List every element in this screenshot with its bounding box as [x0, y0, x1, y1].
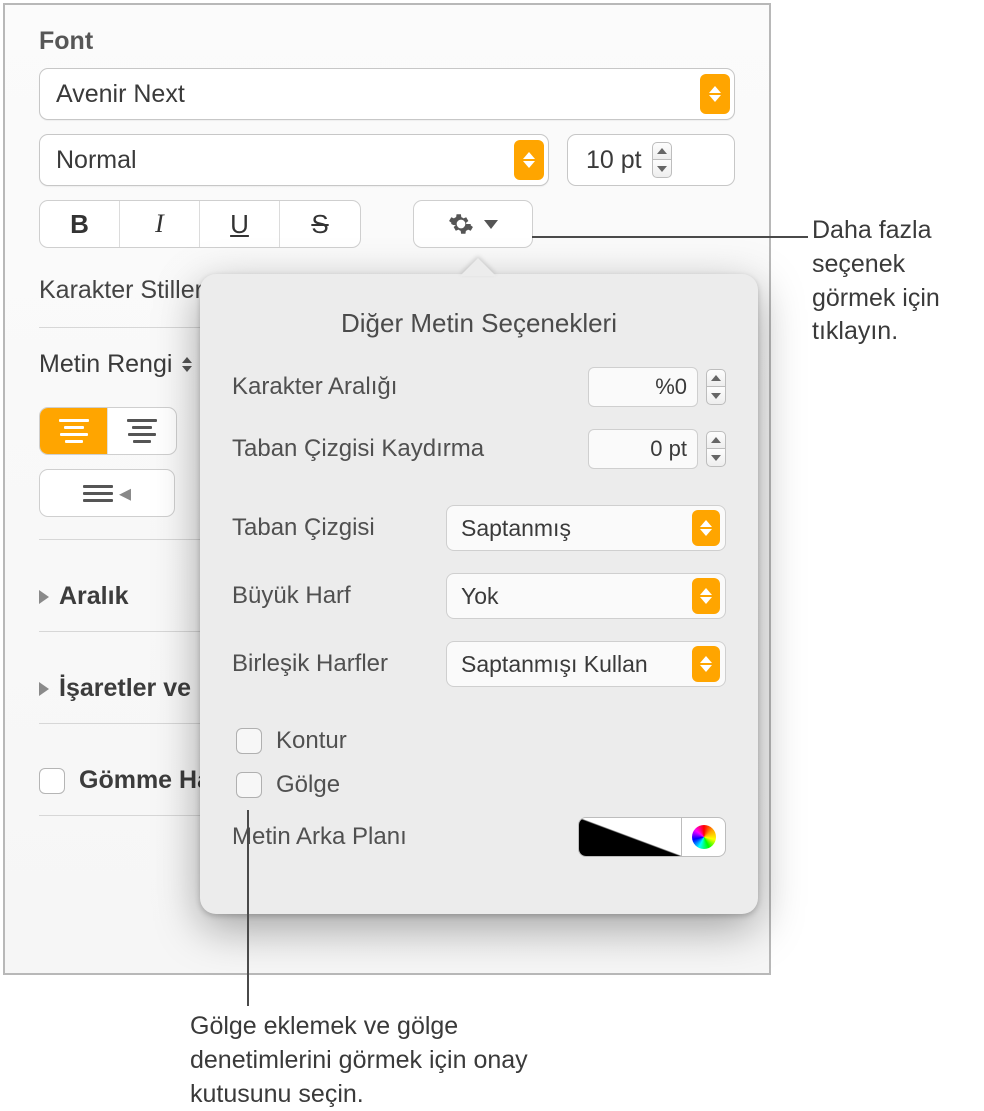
strikethrough-button[interactable]: S [280, 201, 360, 247]
outline-label: Kontur [276, 727, 347, 755]
font-family-select[interactable]: Avenir Next [39, 68, 735, 120]
shadow-label: Gölge [276, 771, 340, 799]
align-center-button[interactable] [108, 408, 176, 454]
text-color-label: Metin Rengi [39, 350, 172, 379]
text-bg-colorwheel[interactable] [682, 817, 726, 857]
more-text-options-popover: Diğer Metin Seçenekleri Karakter Aralığı… [200, 274, 758, 914]
bold-button[interactable]: B [40, 201, 120, 247]
callout-leader-line [532, 236, 808, 238]
char-spacing-value: %0 [655, 374, 687, 400]
ligatures-select[interactable]: Saptanmışı Kullan [446, 641, 726, 687]
shadow-row[interactable]: Gölge [236, 771, 726, 799]
align-left-button[interactable] [40, 408, 108, 454]
char-spacing-field[interactable]: %0 [588, 367, 698, 407]
dropcap-label: Gömme Ha [79, 766, 211, 795]
chevron-down-icon [484, 220, 498, 229]
dropcap-checkbox[interactable] [39, 768, 65, 794]
disclosure-triangle-icon [39, 682, 49, 696]
ligatures-label: Birleşik Harfler [232, 650, 388, 678]
callout-leader-line [247, 810, 249, 1006]
ligatures-value: Saptanmışı Kullan [461, 651, 648, 678]
font-family-value: Avenir Next [56, 80, 185, 109]
underline-button[interactable]: U [200, 201, 280, 247]
baseline-shift-label: Taban Çizgisi Kaydırma [232, 435, 484, 463]
dropdown-arrows-icon [692, 578, 720, 614]
advanced-options-button[interactable] [413, 200, 533, 248]
gear-icon [448, 211, 474, 237]
text-bg-label: Metin Arka Planı [232, 823, 407, 851]
disclosure-triangle-icon [39, 590, 49, 604]
font-weight-value: Normal [56, 146, 137, 175]
popover-title: Diğer Metin Seçenekleri [232, 308, 726, 339]
baseline-shift-value: 0 pt [650, 436, 687, 462]
text-style-segment: B I U S [39, 200, 361, 248]
font-weight-select[interactable]: Normal [39, 134, 549, 186]
dropdown-arrows-icon [692, 646, 720, 682]
caps-label: Büyük Harf [232, 582, 351, 610]
outline-checkbox[interactable] [236, 728, 262, 754]
text-bg-swatch[interactable] [578, 817, 682, 857]
bullets-label: İşaretler ve [59, 674, 191, 703]
caps-value: Yok [461, 583, 499, 610]
caps-select[interactable]: Yok [446, 573, 726, 619]
shadow-checkbox[interactable] [236, 772, 262, 798]
font-size-field[interactable]: 10 pt [567, 134, 735, 186]
text-color-arrows-icon[interactable] [180, 356, 194, 374]
baseline-shift-field[interactable]: 0 pt [588, 429, 698, 469]
font-size-value: 10 pt [586, 146, 642, 175]
indent-button[interactable]: ◂ [39, 469, 175, 517]
char-spacing-stepper[interactable] [706, 369, 726, 405]
baseline-label: Taban Çizgisi [232, 514, 375, 542]
italic-button[interactable]: I [120, 201, 200, 247]
spacing-label: Aralık [59, 582, 128, 611]
alignment-segment [39, 407, 177, 455]
font-section-title: Font [39, 27, 735, 56]
callout-shadow-hint: Gölge eklemek ve gölge denetimlerini gör… [190, 1010, 590, 1111]
baseline-select[interactable]: Saptanmış [446, 505, 726, 551]
baseline-value: Saptanmış [461, 515, 571, 542]
dropdown-arrows-icon [692, 510, 720, 546]
dropdown-arrows-icon [700, 74, 730, 114]
baseline-shift-stepper[interactable] [706, 431, 726, 467]
font-size-stepper[interactable] [652, 142, 672, 178]
char-spacing-label: Karakter Aralığı [232, 373, 397, 401]
dropdown-arrows-icon [514, 140, 544, 180]
outline-row[interactable]: Kontur [236, 727, 726, 755]
callout-more-options: Daha fazla seçenek görmek için tıklayın. [812, 214, 982, 349]
colorwheel-icon [692, 825, 716, 849]
